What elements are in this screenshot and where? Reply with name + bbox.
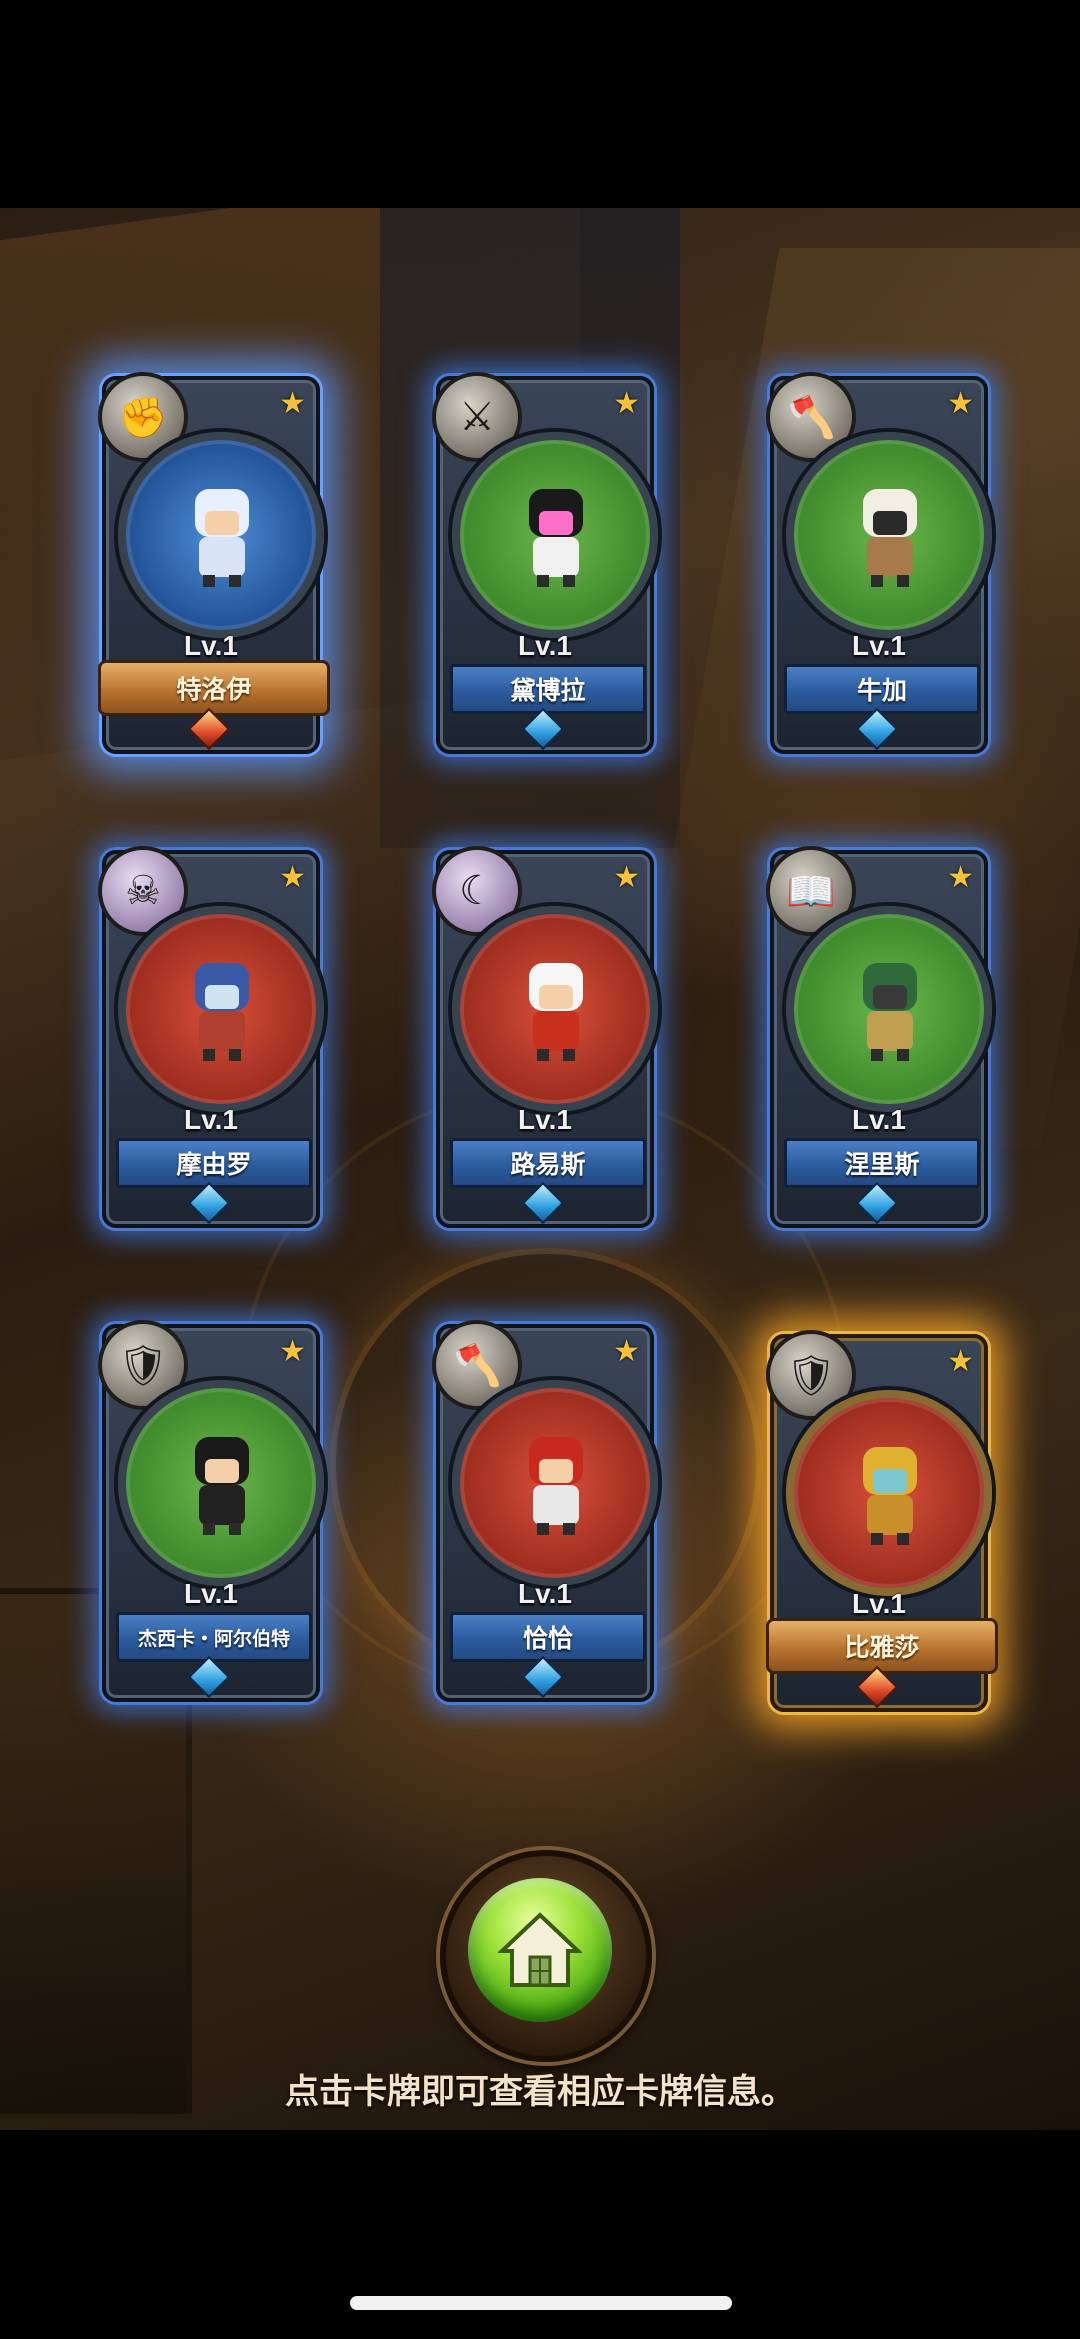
hero-card-niuga[interactable]: 🪓 ★ Lv.1 牛加 <box>766 372 992 754</box>
hero-name: 特洛伊 <box>98 660 330 716</box>
hero-name: 比雅莎 <box>766 1618 998 1674</box>
home-indicator[interactable] <box>350 2296 732 2310</box>
rarity-gem-icon <box>521 1655 565 1699</box>
star-icon: ★ <box>613 387 640 420</box>
hero-card-biyasha[interactable]: 🛡 ★ Lv.1 比雅莎 <box>766 1330 998 1712</box>
rarity-gem-icon <box>521 1181 565 1225</box>
hero-card-louis[interactable]: ☾ ★ Lv.1 路易斯 <box>432 846 658 1228</box>
star-icon: ★ <box>279 387 306 420</box>
hero-portrait <box>452 1380 658 1586</box>
hero-card-deborah[interactable]: ⚔ ★ Lv.1 黛博拉 <box>432 372 658 754</box>
hero-level: Lv.1 <box>184 1578 238 1609</box>
star-icon: ★ <box>613 1335 640 1368</box>
star-icon: ★ <box>947 1345 974 1378</box>
hero-portrait <box>118 906 324 1112</box>
hero-level: Lv.1 <box>184 1104 238 1135</box>
game-background: ✊ ★ Lv.1 特洛伊 ⚔ ★ Lv.1 黛博拉 🪓 ★ Lv.1 牛加 ☠ … <box>0 208 1080 2130</box>
top-letterbox <box>0 0 1080 208</box>
hero-name: 涅里斯 <box>784 1138 980 1188</box>
hero-name: 杰西卡・阿尔伯特 <box>116 1612 312 1662</box>
rarity-gem-icon <box>187 1655 231 1699</box>
star-icon: ★ <box>947 861 974 894</box>
hero-name: 黛博拉 <box>450 664 646 714</box>
hero-card-jessica[interactable]: 🛡 ★ Lv.1 杰西卡・阿尔伯特 <box>98 1320 324 1702</box>
hero-card-moyuluo[interactable]: ☠ ★ Lv.1 摩由罗 <box>98 846 324 1228</box>
star-icon: ★ <box>947 387 974 420</box>
rarity-gem-icon <box>187 1181 231 1225</box>
rarity-gem-icon <box>521 707 565 751</box>
hero-name: 恰恰 <box>450 1612 646 1662</box>
star-icon: ★ <box>279 1335 306 1368</box>
card-info-hint: 点击卡牌即可查看相应卡牌信息。 <box>285 2073 795 2111</box>
hero-level: Lv.1 <box>852 630 906 661</box>
hero-level: Lv.1 <box>518 630 572 661</box>
hero-level: Lv.1 <box>518 1104 572 1135</box>
star-icon: ★ <box>279 861 306 894</box>
hero-level: Lv.1 <box>184 630 238 661</box>
hero-card-troy[interactable]: ✊ ★ Lv.1 特洛伊 <box>98 372 330 754</box>
rarity-gem-icon <box>855 707 899 751</box>
hero-name: 牛加 <box>784 664 980 714</box>
home-button[interactable] <box>440 1850 652 2062</box>
hero-name: 摩由罗 <box>116 1138 312 1188</box>
hero-portrait <box>452 906 658 1112</box>
hero-card-chacha[interactable]: 🪓 ★ Lv.1 恰恰 <box>432 1320 658 1702</box>
hero-portrait <box>118 1380 324 1586</box>
rarity-gem-icon <box>855 1181 899 1225</box>
hero-portrait <box>786 906 992 1112</box>
hero-portrait <box>786 1390 992 1596</box>
hero-portrait <box>452 432 658 638</box>
hero-level: Lv.1 <box>518 1578 572 1609</box>
hero-level: Lv.1 <box>852 1588 906 1619</box>
hero-name: 路易斯 <box>450 1138 646 1188</box>
star-icon: ★ <box>613 861 640 894</box>
hero-portrait <box>786 432 992 638</box>
home-icon <box>498 1912 582 1987</box>
hero-portrait <box>118 432 324 638</box>
hero-level: Lv.1 <box>852 1104 906 1135</box>
hero-card-nelis[interactable]: 📖 ★ Lv.1 涅里斯 <box>766 846 992 1228</box>
